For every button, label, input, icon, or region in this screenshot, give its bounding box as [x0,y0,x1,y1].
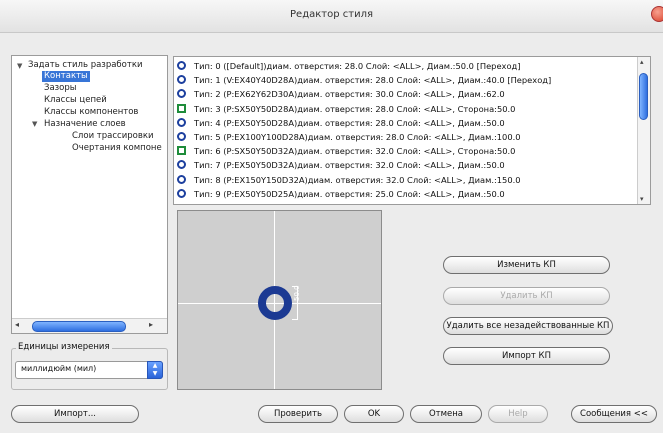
pad-row-text: Тип: 7 (P:EX50Y50D32A)диам. отверстия: 3… [194,160,505,171]
pad-preview: 50.0 [177,210,382,390]
tree-item-design-style[interactable]: Задать стиль разработки [28,60,142,71]
pad-row-text: Тип: 8 (P:EX150Y150D32A)диам. отверстия:… [194,174,521,185]
pad-list-row[interactable]: Тип: 9 (P:EX50Y50D25A)диам. отверстия: 2… [177,188,505,199]
import-pad-button[interactable]: Импорт КП [443,347,610,365]
tree-item-pads[interactable]: Контакты [42,71,90,82]
tree-item-layer-assignment[interactable]: Назначение слоев [44,119,126,130]
pad-row-text: Тип: 2 (P:EX62Y62D30A)диам. отверстия: 3… [194,89,505,100]
round-pad-icon [177,188,186,198]
round-pad-icon [177,132,186,141]
tree-item-clearances[interactable]: Зазоры [44,83,77,94]
round-pad-icon [177,89,186,99]
pad-row-text: Тип: 1 (V:EX40Y40D28A)диам. отверстия: 2… [194,75,552,86]
scroll-thumb[interactable] [639,73,648,120]
title-bar: Редактор стиля [0,0,663,33]
pad-list-row[interactable]: Тип: 4 (P:EX50Y50D28A)диам. отверстия: 2… [177,117,505,128]
tree-item-component-outlines[interactable]: Очертания компоне [72,143,162,154]
tree-item-net-classes[interactable]: Классы цепей [44,95,107,106]
pad-row-text: Тип: 5 (P:EX100Y100D28A)диам. отверстия:… [194,132,521,142]
pad-list[interactable]: Тип: 0 ([Default])диам. отверстия: 28.0 … [173,56,651,205]
pad-list-vertical-scrollbar[interactable]: ▴ ▾ [637,57,650,204]
units-label: Единицы измерения [16,342,112,352]
square-pad-icon [177,103,186,113]
import-button[interactable]: Импорт... [11,405,139,423]
round-pad-icon [177,174,186,184]
select-arrows-icon[interactable]: ▲ ▼ [147,361,163,379]
units-value: миллидюйм (мил) [21,364,97,373]
pad-list-row[interactable]: Тип: 8 (P:EX150Y150D32A)диам. отверстия:… [177,174,521,185]
scroll-up-icon[interactable]: ▴ [640,58,644,66]
edit-pad-button[interactable]: Изменить КП [443,256,610,274]
tree-horizontal-scrollbar[interactable]: ◂ ▸ [12,318,167,333]
pad-row-text: Тип: 9 (P:EX50Y50D25A)диам. отверстия: 2… [194,188,505,199]
round-pad-icon [177,117,186,127]
delete-unused-pads-button[interactable]: Удалить все незадействованные КП [443,317,613,335]
messages-button[interactable]: Сообщения << [571,405,657,423]
tree-item-routing-layers[interactable]: Слои трассировки [72,131,154,142]
scroll-right-icon[interactable]: ▸ [149,320,153,329]
round-pad-icon [177,160,186,170]
expand-triangle-icon[interactable]: ▼ [32,120,37,128]
pad-list-row[interactable]: Тип: 2 (P:EX62Y62D30A)диам. отверстия: 3… [177,89,505,100]
pad-list-row[interactable]: Тип: 1 (V:EX40Y40D28A)диам. отверстия: 2… [177,75,552,86]
dimension-label: 50.0 [293,285,301,301]
pad-row-text: Тип: 0 ([Default])диам. отверстия: 28.0 … [194,61,521,71]
tree-item-component-classes[interactable]: Классы компонентов [44,107,138,118]
expand-triangle-icon[interactable]: ▼ [17,62,22,70]
pad-list-row[interactable]: Тип: 0 ([Default])диам. отверстия: 28.0 … [177,61,521,71]
units-group: Единицы измерения миллидюйм (мил) ▲ ▼ [11,342,168,390]
pad-list-row[interactable]: Тип: 5 (P:EX100Y100D28A)диам. отверстия:… [177,132,521,142]
pad-ring-shape [258,286,292,320]
pad-list-row[interactable]: Тип: 3 (P:SX50Y50D28A)диам. отверстия: 2… [177,103,516,114]
pad-list-row[interactable]: Тип: 7 (P:EX50Y50D32A)диам. отверстия: 3… [177,160,505,171]
units-select[interactable]: миллидюйм (мил) ▲ ▼ [15,361,163,379]
check-button[interactable]: Проверить [258,405,338,423]
delete-pad-button[interactable]: Удалить КП [443,287,610,305]
pad-row-text: Тип: 3 (P:SX50Y50D28A)диам. отверстия: 2… [194,103,516,114]
round-pad-icon [177,75,186,85]
close-icon[interactable] [651,6,663,22]
round-pad-icon [177,61,186,70]
pad-list-row[interactable]: Тип: 6 (P:SX50Y50D32A)диам. отверстия: 3… [177,146,516,157]
window-title: Редактор стиля [290,9,373,20]
scroll-thumb[interactable] [32,321,126,332]
settings-tree[interactable]: ▼ Задать стиль разработки Контакты Зазор… [11,55,168,334]
scroll-left-icon[interactable]: ◂ [15,320,19,329]
help-button[interactable]: Help [488,405,548,423]
scroll-down-icon[interactable]: ▾ [640,195,644,203]
pad-row-text: Тип: 6 (P:SX50Y50D32A)диам. отверстия: 3… [194,146,516,157]
cancel-button[interactable]: Отмена [410,405,482,423]
pad-row-text: Тип: 4 (P:EX50Y50D28A)диам. отверстия: 2… [194,117,505,128]
ok-button[interactable]: OK [344,405,404,423]
square-pad-icon [177,146,186,156]
